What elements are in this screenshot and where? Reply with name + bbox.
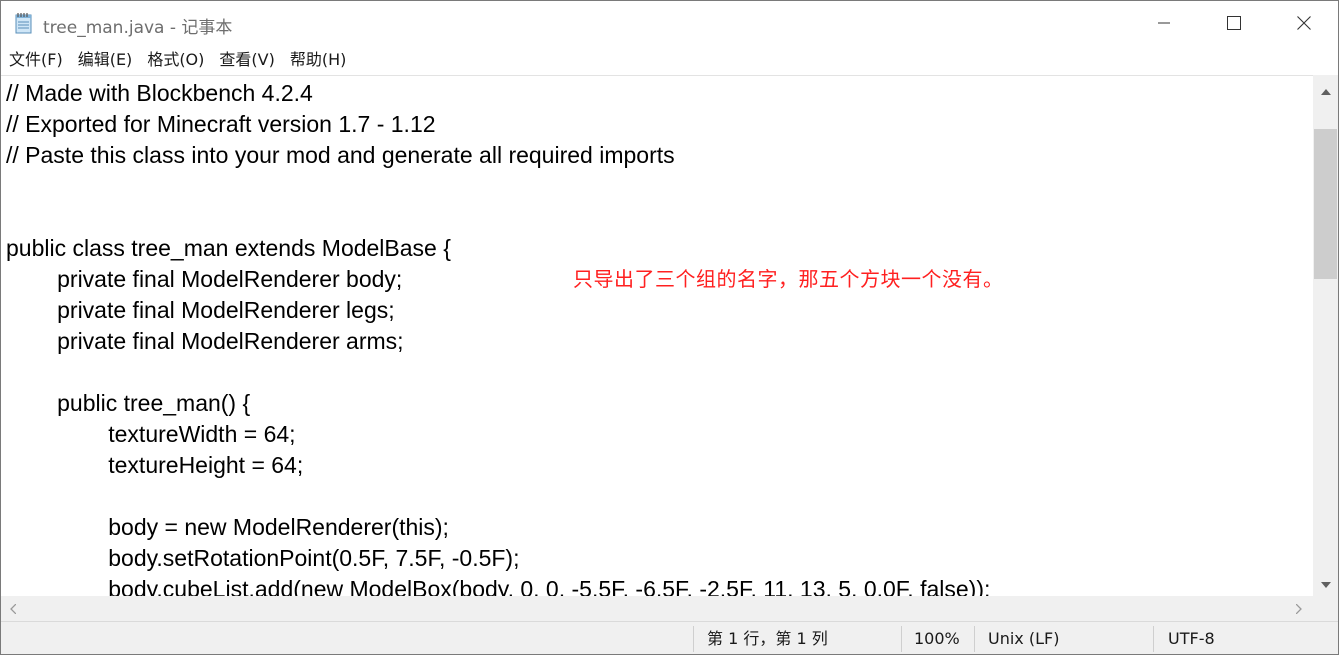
notepad-icon — [14, 12, 34, 34]
code-line: body = new ModelRenderer(this); — [6, 514, 449, 540]
maximize-button[interactable] — [1199, 1, 1269, 45]
menu-help[interactable]: 帮助(H) — [282, 45, 354, 75]
editor-content: // Made with Blockbench 4.2.4 // Exported… — [1, 76, 1313, 597]
scroll-up-button[interactable] — [1313, 79, 1338, 99]
cursor-position: 第 1 行，第 1 列 — [707, 629, 828, 648]
close-icon — [1297, 16, 1311, 30]
close-button[interactable] — [1269, 1, 1338, 45]
scroll-left-button[interactable] — [3, 598, 23, 618]
window-title: tree_man.java - 记事本 — [43, 18, 233, 38]
title-bar[interactable]: tree_man.java - 记事本 — [1, 1, 1338, 45]
menu-edit[interactable]: 编辑(E) — [70, 45, 140, 75]
code-line: public tree_man() { — [6, 390, 251, 416]
code-line: // Made with Blockbench 4.2.4 — [6, 80, 313, 106]
code-line: textureHeight = 64; — [6, 452, 304, 478]
chevron-down-icon — [1320, 573, 1331, 592]
status-divider — [901, 626, 902, 652]
scroll-right-button[interactable] — [1289, 598, 1309, 618]
code-line: // Paste this class into your mod and ge… — [6, 142, 675, 168]
chevron-right-icon — [1295, 599, 1302, 618]
code-line: // Exported for Minecraft version 1.7 - … — [6, 111, 436, 137]
code-line: public class tree_man extends ModelBase … — [6, 235, 451, 261]
minimize-icon — [1158, 17, 1170, 29]
code-line: body.setRotationPoint(0.5F, 7.5F, -0.5F)… — [6, 545, 520, 571]
chevron-left-icon — [10, 599, 17, 618]
status-divider — [1153, 626, 1154, 652]
code-line: body.cubeList.add(new ModelBox(body, 0, … — [6, 576, 991, 597]
line-ending: Unix (LF) — [988, 629, 1060, 648]
minimize-button[interactable] — [1129, 1, 1199, 45]
horizontal-scrollbar[interactable] — [1, 596, 1313, 621]
red-annotation-text: 只导出了三个组的名字，那五个方块一个没有。 — [573, 267, 1004, 291]
scrollbar-corner — [1313, 596, 1338, 621]
encoding: UTF-8 — [1168, 629, 1215, 648]
maximize-icon — [1227, 16, 1241, 30]
scroll-down-button[interactable] — [1313, 572, 1338, 592]
menu-format[interactable]: 格式(O) — [139, 45, 211, 75]
status-divider — [693, 626, 694, 652]
vertical-scroll-thumb[interactable] — [1314, 129, 1337, 279]
status-bar: 第 1 行，第 1 列 100% Unix (LF) UTF-8 — [1, 621, 1338, 654]
zoom-level: 100% — [914, 629, 960, 648]
text-editor[interactable]: // Made with Blockbench 4.2.4 // Exported… — [1, 75, 1313, 597]
code-line: private final ModelRenderer legs; — [6, 297, 395, 323]
menu-file[interactable]: 文件(F) — [1, 45, 70, 75]
menu-bar: 文件(F) 编辑(E) 格式(O) 查看(V) 帮助(H) — [1, 45, 1338, 75]
notepad-window: tree_man.java - 记事本 文件(F) 编辑(E) 格式(O) 查看… — [0, 0, 1339, 655]
chevron-up-icon — [1320, 80, 1331, 99]
code-line: textureWidth = 64; — [6, 421, 296, 447]
code-line: private final ModelRenderer arms; — [6, 328, 404, 354]
menu-view[interactable]: 查看(V) — [211, 45, 281, 75]
status-divider — [974, 626, 975, 652]
vertical-scrollbar[interactable] — [1313, 75, 1338, 596]
